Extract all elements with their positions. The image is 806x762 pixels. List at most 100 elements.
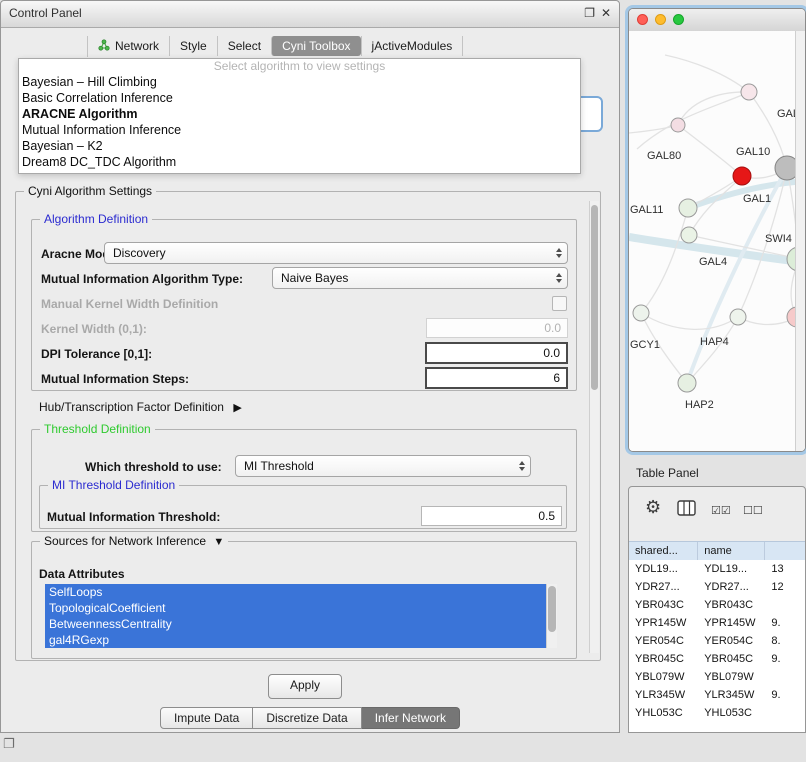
expand-right-icon[interactable]: ▶ [233, 402, 241, 414]
bottom-tab-bar: Impute Data Discretize Data Infer Networ… [1, 707, 619, 729]
cell: YLR345W [698, 686, 765, 704]
column-header-extra[interactable] [765, 542, 805, 561]
gear-icon[interactable]: ⚙ [645, 497, 661, 518]
algorithm-option-selected[interactable]: ARACNE Algorithm [19, 106, 580, 122]
network-node[interactable] [679, 199, 697, 217]
table-row[interactable]: YDL19... YDL19... 13 [629, 560, 805, 578]
tab-select[interactable]: Select [217, 36, 271, 56]
tab-network-label: Network [115, 39, 159, 53]
aracne-mode-select[interactable]: Discovery [104, 242, 568, 264]
column-header-shared-name[interactable]: shared... [629, 542, 698, 561]
mi-type-label: Mutual Information Algorithm Type: [41, 272, 243, 286]
attribute-item-selected[interactable]: SelfLoops [45, 584, 546, 600]
cell: YPR145W [698, 614, 765, 632]
mi-type-value: Naive Bayes [281, 271, 348, 285]
zoom-traffic-light-icon[interactable] [673, 14, 684, 25]
tab-discretize-data[interactable]: Discretize Data [253, 707, 361, 729]
tab-select-label: Select [228, 39, 261, 53]
attribute-item-selected[interactable]: BetweennessCentrality [45, 616, 546, 632]
attribute-item-selected[interactable]: TopologicalCoefficient [45, 600, 546, 616]
hub-section-label: Hub/Transcription Factor Definition [39, 400, 224, 414]
tab-jactivemodules[interactable]: jActiveModules [361, 36, 464, 56]
column-selector-icon[interactable] [677, 500, 696, 521]
attribute-item-selected[interactable]: gal4RGexp [45, 632, 546, 648]
node-label: GCY1 [630, 339, 660, 351]
algorithm-option[interactable]: Mutual Information Inference [19, 122, 580, 138]
cell: YBR045C [629, 650, 698, 668]
network-node[interactable] [671, 118, 685, 132]
tab-jactivemodules-label: jActiveModules [372, 39, 453, 53]
node-label: GAL10 [736, 146, 770, 158]
algorithm-option[interactable]: Bayesian – Hill Climbing [19, 74, 580, 90]
apply-button[interactable]: Apply [268, 674, 342, 699]
node-label: SWI4 [765, 233, 792, 245]
cell: YLR345W [629, 686, 698, 704]
tab-style-label: Style [180, 39, 207, 53]
table-row[interactable]: YLR345W YLR345W 9. [629, 686, 805, 704]
mi-threshold-field[interactable]: 0.5 [421, 506, 562, 526]
tab-style[interactable]: Style [169, 36, 217, 56]
table-row[interactable]: YHL053C YHL053C [629, 704, 805, 722]
control-panel-window: Control Panel ❐ ✕ Network Style Select [0, 0, 620, 733]
settings-scrollbar[interactable] [589, 201, 599, 653]
tab-network[interactable]: Network [87, 36, 169, 57]
network-scrollbar[interactable] [795, 31, 805, 451]
table-row[interactable]: YPR145W YPR145W 9. [629, 614, 805, 632]
network-view-window: GAL8 GAL80 GAL10 GAL11 GAL1 SWI4 GAL4 GC… [628, 8, 806, 452]
algorithm-option[interactable]: Dream8 DC_TDC Algorithm [19, 154, 580, 170]
network-node[interactable] [681, 227, 697, 243]
minimize-traffic-light-icon[interactable] [655, 14, 666, 25]
node-label: HAP4 [700, 336, 729, 348]
cell: YDR27... [629, 578, 698, 596]
algorithm-option[interactable]: Basic Correlation Inference [19, 90, 580, 106]
kernel-width-label: Kernel Width (0,1): [41, 322, 147, 336]
hub-section-header[interactable]: Hub/Transcription Factor Definition ▶ [39, 400, 242, 414]
network-node[interactable] [678, 374, 696, 392]
which-threshold-label: Which threshold to use: [85, 460, 222, 474]
network-node-red[interactable] [733, 167, 751, 185]
network-graph: GAL8 GAL80 GAL10 GAL11 GAL1 SWI4 GAL4 GC… [629, 31, 805, 452]
cell: YHL053C [629, 704, 698, 722]
settings-scrollbar-thumb[interactable] [591, 205, 598, 390]
network-node[interactable] [741, 84, 757, 100]
sources-group-title[interactable]: Sources for Network Inference ▼ [40, 534, 228, 548]
node-label: GAL11 [630, 204, 663, 216]
table-row[interactable]: YBR043C YBR043C [629, 596, 805, 614]
which-threshold-select[interactable]: MI Threshold [235, 455, 531, 477]
dpi-tolerance-field[interactable]: 0.0 [425, 342, 568, 364]
dpi-tolerance-label: DPI Tolerance [0,1]: [41, 347, 152, 361]
docked-panel-icon[interactable]: ❐ [3, 736, 15, 752]
control-panel-titlebar[interactable]: Control Panel ❐ ✕ [1, 1, 619, 28]
network-node[interactable] [730, 309, 746, 325]
table-row[interactable]: YER054C YER054C 8. [629, 632, 805, 650]
column-header-name[interactable]: name [698, 542, 765, 561]
network-canvas[interactable]: GAL8 GAL80 GAL10 GAL11 GAL1 SWI4 GAL4 GC… [629, 31, 805, 451]
algorithm-option[interactable]: Bayesian – K2 [19, 138, 580, 154]
network-node[interactable] [633, 305, 649, 321]
cell: YBL079W [698, 668, 765, 686]
attributes-scrollbar-thumb[interactable] [548, 586, 556, 632]
tab-impute-data[interactable]: Impute Data [160, 707, 253, 729]
table-row[interactable]: YBR045C YBR045C 9. [629, 650, 805, 668]
mi-steps-field[interactable]: 6 [425, 367, 568, 389]
tab-cyni-toolbox[interactable]: Cyni Toolbox [271, 36, 360, 56]
mi-type-select[interactable]: Naive Bayes [272, 267, 568, 289]
table-row[interactable]: YDR27... YDR27... 12 [629, 578, 805, 596]
manual-kernel-checkbox[interactable] [552, 296, 567, 311]
aracne-mode-value: Discovery [113, 246, 166, 260]
node-label: GAL1 [743, 193, 771, 205]
close-window-icon[interactable]: ✕ [601, 6, 611, 20]
cell: 9. [765, 614, 805, 632]
attributes-scrollbar[interactable] [546, 584, 557, 648]
float-window-icon[interactable]: ❐ [584, 6, 595, 20]
kernel-width-field[interactable]: 0.0 [426, 318, 568, 338]
tab-infer-network[interactable]: Infer Network [362, 707, 460, 729]
collapse-down-icon[interactable]: ▼ [213, 536, 224, 548]
mi-threshold-group-title: MI Threshold Definition [48, 478, 179, 492]
deselect-all-checkboxes-icon[interactable]: ☐☐ [743, 504, 763, 517]
node-label: GAL4 [699, 256, 727, 268]
table-row[interactable]: YBL079W YBL079W [629, 668, 805, 686]
network-window-titlebar[interactable] [629, 9, 805, 32]
close-traffic-light-icon[interactable] [637, 14, 648, 25]
select-all-checkboxes-icon[interactable]: ☑☑ [711, 504, 731, 517]
